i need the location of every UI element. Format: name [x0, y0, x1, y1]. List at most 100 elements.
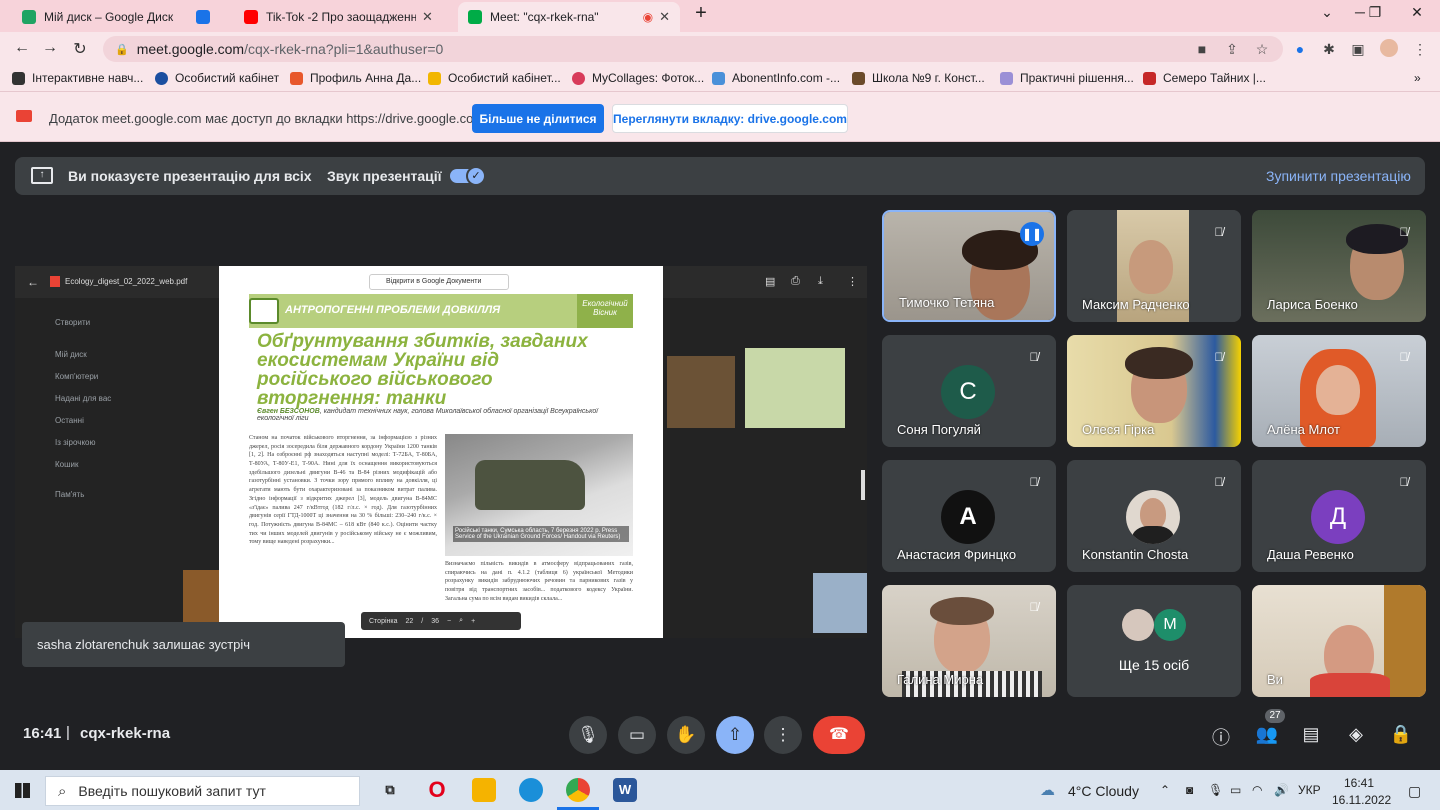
- speaking-indicator-icon: ❚❚: [1020, 222, 1044, 246]
- sidebar-item: Мій диск: [55, 350, 87, 359]
- bookmark-icon: [428, 71, 441, 85]
- extensions-puzzle-icon[interactable]: ✱: [1321, 41, 1337, 58]
- wifi-icon[interactable]: ◠: [1252, 783, 1262, 797]
- task-view-icon[interactable]: ⧉: [378, 778, 402, 802]
- participant-photo-avatar: [1126, 490, 1180, 544]
- stop-presenting-button[interactable]: Зупинити презентацію: [1266, 168, 1411, 184]
- participant-tile[interactable]: С 🎙̸ Соня Погуляй: [882, 335, 1056, 447]
- photo-caption: Російські танки, Сумська область, 7 бере…: [453, 526, 629, 542]
- participant-tile[interactable]: 🎙̸ Максим Радченко: [1067, 210, 1241, 322]
- participant-tile[interactable]: ❚❚ Тимочко Тетяна: [882, 210, 1056, 322]
- bookmark-item[interactable]: Інтерактивне навч...: [12, 71, 143, 85]
- bookmark-item[interactable]: Особистий кабінет...: [428, 71, 561, 85]
- profile-avatar[interactable]: [1380, 39, 1398, 57]
- close-window-icon[interactable]: ✕: [1402, 4, 1432, 21]
- participant-tile[interactable]: 🎙̸ Галина Мирна: [882, 585, 1056, 697]
- word-icon[interactable]: W: [613, 778, 637, 802]
- menu-kebab-icon[interactable]: ⋮: [1412, 41, 1428, 58]
- zoom-in-icon: +: [471, 617, 476, 625]
- pdf-icon: [50, 276, 60, 287]
- reload-icon[interactable]: ↻: [70, 39, 90, 59]
- view-tab-button[interactable]: Переглянути вкладку: drive.google.com: [612, 104, 848, 133]
- sidebar-item: Комп'ютери: [55, 372, 99, 381]
- presentation-sound-label: Звук презентації: [327, 168, 442, 184]
- close-icon[interactable]: ✕: [659, 9, 670, 25]
- camera-in-use-icon[interactable]: ■: [1194, 41, 1210, 57]
- participant-tile[interactable]: 🎙̸ Konstantin Chosta: [1067, 460, 1241, 572]
- more-participants-tile[interactable]: M Ще 15 осіб: [1067, 585, 1241, 697]
- clock-date[interactable]: 16.11.2022: [1332, 793, 1391, 807]
- side-panel-icon[interactable]: ▣: [1350, 41, 1366, 58]
- participant-tile[interactable]: 🎙̸ Лариса Боенко: [1252, 210, 1426, 322]
- bookmark-item[interactable]: Школа №9 г. Конст...: [852, 71, 985, 85]
- participant-tile[interactable]: Д 🎙̸ Даша Ревенко: [1252, 460, 1426, 572]
- camera-button[interactable]: ▭: [618, 716, 656, 754]
- muted-mic-icon: 🎙̸: [1399, 225, 1409, 239]
- address-path: /cqx-rkek-rna?pli=1&authuser=0: [244, 41, 444, 57]
- participant-left-toast: sasha zlotarenchuk залишає зустріч: [22, 622, 345, 667]
- pdf-filename: Ecology_digest_02_2022_web.pdf: [65, 277, 188, 286]
- camera-tray-icon[interactable]: ◙: [1186, 783, 1193, 797]
- windows-start-icon[interactable]: [15, 783, 30, 798]
- raise-hand-button[interactable]: ✋: [667, 716, 705, 754]
- clock-time[interactable]: 16:41: [1344, 776, 1374, 790]
- volume-icon[interactable]: 🔊: [1274, 783, 1289, 797]
- maximize-icon[interactable]: ❐: [1360, 4, 1390, 21]
- address-bar[interactable]: 🔒 meet.google.com/cqx-rkek-rna?pli=1&aut…: [103, 36, 1283, 62]
- self-tile[interactable]: Ви: [1252, 585, 1426, 697]
- edge-icon[interactable]: [519, 778, 543, 802]
- tab-meet[interactable]: Meet: "cqx-rkek-rna" ◉ ✕: [458, 2, 680, 32]
- leave-call-button[interactable]: ☎: [813, 716, 865, 754]
- forward-icon[interactable]: →: [40, 39, 60, 57]
- bookmark-item[interactable]: AbonentInfo.com -...: [712, 71, 840, 85]
- bookmark-item[interactable]: Семеро Тайних |...: [1143, 71, 1266, 85]
- tab-search-icon[interactable]: ⌄: [1312, 4, 1342, 21]
- presentation-sound-toggle[interactable]: ✓: [450, 166, 486, 186]
- participant-tile[interactable]: 🎙̸ Алёна Млот: [1252, 335, 1426, 447]
- participant-tile[interactable]: 🎙̸ Олеся Гірка: [1067, 335, 1241, 447]
- presenting-banner: ↑ Ви показуєте презентацію для всіх Звук…: [15, 157, 1425, 195]
- search-icon: ⌕: [58, 782, 67, 800]
- ecology-league-logo: [249, 298, 279, 324]
- microphone-button[interactable]: 🎙: [569, 716, 607, 754]
- participant-tile[interactable]: A 🎙̸ Анастасия Фринцко: [882, 460, 1056, 572]
- people-icon[interactable]: 👥: [1255, 724, 1279, 745]
- back-icon[interactable]: ←: [12, 39, 32, 57]
- chrome-icon[interactable]: [566, 778, 590, 802]
- notifications-icon[interactable]: ▢: [1408, 783, 1421, 800]
- google-drive-icon: [22, 10, 36, 24]
- tab-tiktok[interactable]: Tik-Tok -2 Про заощадження ел ✕: [234, 2, 456, 32]
- new-tab-button[interactable]: +: [686, 2, 716, 25]
- youtube-icon: [244, 10, 258, 24]
- more-options-button[interactable]: ⋮: [764, 716, 802, 754]
- zoom-out-icon: −: [447, 617, 452, 625]
- activities-icon[interactable]: ◈: [1344, 724, 1368, 745]
- taskbar-search-box[interactable]: ⌕ Введіть пошуковий запит тут: [45, 776, 360, 806]
- bookmark-icon: [852, 71, 865, 85]
- present-button[interactable]: ⇧: [716, 716, 754, 754]
- bookmark-item[interactable]: MyCollages: Фоток...: [572, 71, 704, 85]
- battery-icon[interactable]: ▭: [1230, 783, 1241, 797]
- bookmark-item[interactable]: Особистий кабінет: [155, 71, 279, 85]
- bookmarks-overflow-icon[interactable]: »: [1414, 71, 1421, 85]
- weather-text[interactable]: 4°C Cloudy: [1068, 783, 1139, 799]
- share-icon[interactable]: ⇪: [1224, 41, 1240, 58]
- bookmark-item[interactable]: Профиль Анна Да...: [290, 71, 421, 85]
- stop-sharing-button[interactable]: Більше не ділитися: [472, 104, 604, 133]
- extension-blue-icon[interactable]: ●: [1292, 41, 1308, 57]
- opera-icon[interactable]: O: [425, 778, 449, 802]
- language-indicator[interactable]: УКР: [1298, 783, 1321, 797]
- tank-photo: Російські танки, Сумська область, 7 бере…: [445, 434, 633, 556]
- bookmark-item[interactable]: Практичні рішення...: [1000, 71, 1134, 85]
- file-explorer-icon[interactable]: [472, 778, 496, 802]
- tray-chevron-icon[interactable]: ⌃: [1160, 783, 1170, 797]
- meeting-details-icon[interactable]: ⓘ: [1209, 724, 1233, 750]
- bookmark-star-icon[interactable]: ☆: [1254, 41, 1270, 58]
- meeting-separator: |: [66, 724, 70, 741]
- mic-tray-icon[interactable]: 🎙: [1208, 783, 1223, 797]
- weather-icon: ☁: [1040, 782, 1055, 799]
- sharing-info-text: Додаток meet.google.com має доступ до вк…: [49, 111, 485, 126]
- host-controls-icon[interactable]: 🔒: [1389, 724, 1413, 745]
- chat-icon[interactable]: ▤: [1299, 724, 1323, 745]
- close-icon[interactable]: ✕: [422, 9, 433, 25]
